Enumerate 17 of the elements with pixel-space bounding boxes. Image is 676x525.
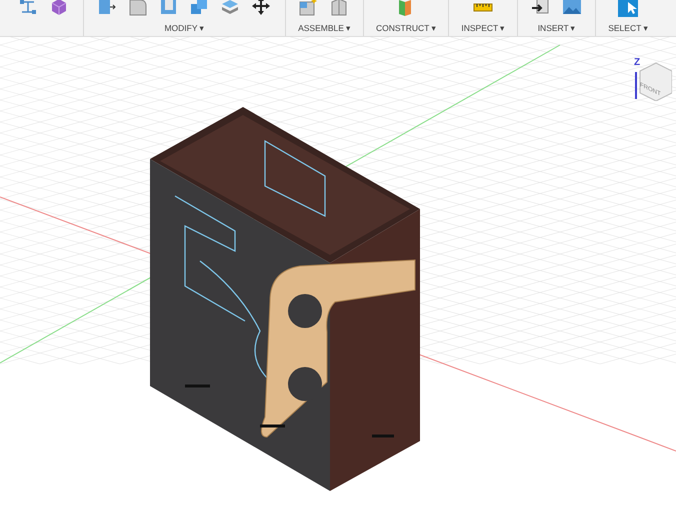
menu-label[interactable]: MODIFY — [164, 23, 198, 33]
menu-label[interactable]: INSPECT — [461, 23, 498, 33]
caret-icon[interactable]: ▾ — [431, 23, 436, 33]
menu-label[interactable]: SELECT — [608, 23, 642, 33]
menu-label[interactable]: ASSEMBLE — [298, 23, 344, 33]
caret-icon[interactable]: ▾ — [346, 23, 351, 33]
menu-label[interactable]: INSERT — [538, 23, 569, 33]
caret-icon[interactable]: ▾ — [500, 23, 506, 33]
caret-icon[interactable]: ▾ — [200, 23, 205, 33]
fillet-icon[interactable] — [127, 0, 149, 18]
menu-label[interactable]: CONSTRUCT — [376, 23, 430, 33]
z-axis-line — [635, 72, 637, 99]
select-icon[interactable] — [617, 0, 640, 18]
view-cube[interactable] — [640, 62, 672, 101]
caret-icon[interactable]: ▾ — [643, 23, 648, 33]
caret-icon[interactable]: ▾ — [570, 23, 576, 33]
axis-label: Z — [634, 57, 640, 69]
